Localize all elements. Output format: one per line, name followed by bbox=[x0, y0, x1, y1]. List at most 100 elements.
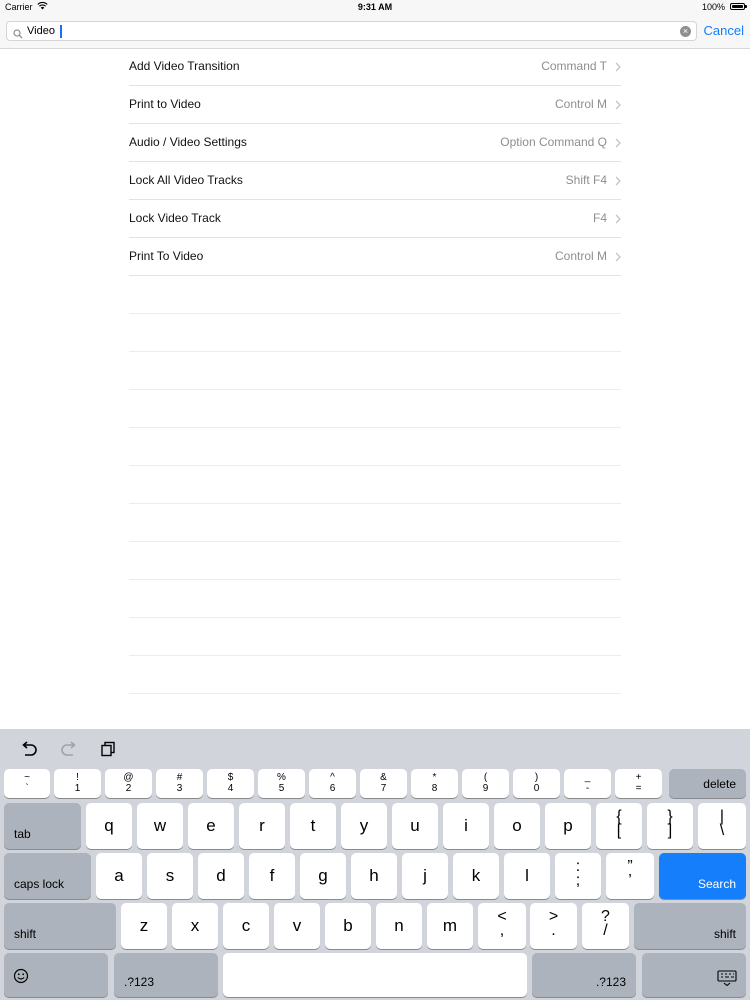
key-top: * bbox=[432, 772, 437, 783]
tab-key[interactable]: tab bbox=[4, 803, 81, 849]
key-g[interactable]: g bbox=[300, 853, 346, 899]
chevron-right-icon bbox=[615, 59, 621, 77]
search-icon bbox=[13, 26, 23, 44]
key-s[interactable]: s bbox=[147, 853, 193, 899]
empty-row bbox=[129, 504, 621, 542]
search-input[interactable] bbox=[27, 23, 667, 39]
key-w[interactable]: w bbox=[137, 803, 183, 849]
key-c[interactable]: c bbox=[223, 903, 269, 949]
key-semicolon[interactable]: :; bbox=[555, 853, 601, 899]
key-4[interactable]: $4 bbox=[207, 769, 254, 798]
key-6[interactable]: ^ 6 bbox=[309, 769, 356, 798]
key-b[interactable]: b bbox=[325, 903, 371, 949]
key-n[interactable]: n bbox=[376, 903, 422, 949]
key-e[interactable]: e bbox=[188, 803, 234, 849]
list-item[interactable]: Print to Video Control M bbox=[129, 86, 621, 124]
caps-lock-key[interactable]: caps lock bbox=[4, 853, 91, 899]
delete-key[interactable]: delete bbox=[669, 769, 746, 798]
key-r[interactable]: r bbox=[239, 803, 285, 849]
numbers-key-right[interactable]: .?123 bbox=[532, 953, 636, 997]
list-item[interactable]: Lock Video Track F4 bbox=[129, 200, 621, 238]
key-o[interactable]: o bbox=[494, 803, 540, 849]
shift-right-key[interactable]: shift bbox=[634, 903, 746, 949]
caps-lock-label: caps lock bbox=[14, 877, 65, 891]
empty-row bbox=[129, 314, 621, 352]
key-i[interactable]: i bbox=[443, 803, 489, 849]
key-5[interactable]: % 5 bbox=[258, 769, 305, 798]
key-7[interactable]: & 7 bbox=[360, 769, 407, 798]
list-item[interactable]: Print To Video Control M bbox=[129, 238, 621, 276]
battery-icon bbox=[730, 3, 745, 10]
key-top: + bbox=[635, 772, 642, 783]
clear-text-icon[interactable]: × bbox=[680, 26, 691, 37]
empty-row bbox=[129, 580, 621, 618]
key-left-brace[interactable]: {[ bbox=[596, 803, 642, 849]
empty-row bbox=[129, 428, 621, 466]
key-x[interactable]: x bbox=[172, 903, 218, 949]
key-d[interactable]: d bbox=[198, 853, 244, 899]
key-backslash[interactable]: | \ bbox=[698, 803, 746, 849]
key-9[interactable]: (9 bbox=[462, 769, 509, 798]
key-0[interactable]: ) 0 bbox=[513, 769, 560, 798]
key-2[interactable]: @2 bbox=[105, 769, 152, 798]
command-shortcut: Shift F4 bbox=[565, 173, 607, 187]
command-shortcut: F4 bbox=[592, 211, 607, 225]
key-t[interactable]: t bbox=[290, 803, 336, 849]
key-v[interactable]: v bbox=[274, 903, 320, 949]
key-y[interactable]: y bbox=[341, 803, 387, 849]
list-item[interactable]: Audio / Video Settings Option Command Q bbox=[129, 124, 621, 162]
keyboard-dismiss-key[interactable] bbox=[642, 953, 746, 997]
key-quote[interactable]: ”’ bbox=[606, 853, 654, 899]
key-comma[interactable]: <, bbox=[478, 903, 526, 949]
key-equals[interactable]: + = bbox=[615, 769, 662, 798]
key-m[interactable]: m bbox=[427, 903, 473, 949]
chevron-right-icon bbox=[615, 173, 621, 191]
chevron-right-icon bbox=[615, 97, 621, 115]
key-u[interactable]: u bbox=[392, 803, 438, 849]
key-k[interactable]: k bbox=[453, 853, 499, 899]
key-period[interactable]: >. bbox=[530, 903, 577, 949]
command-title: Lock Video Track bbox=[129, 211, 221, 225]
key-1[interactable]: ! 1 bbox=[54, 769, 101, 798]
redo-icon[interactable] bbox=[60, 741, 78, 762]
key-f[interactable]: f bbox=[249, 853, 295, 899]
search-key[interactable]: Search bbox=[659, 853, 746, 899]
delete-label: delete bbox=[703, 777, 736, 791]
paste-icon[interactable] bbox=[100, 741, 116, 762]
key-h[interactable]: h bbox=[351, 853, 397, 899]
key-8[interactable]: * 8 bbox=[411, 769, 458, 798]
key-top: ! bbox=[76, 772, 79, 783]
key-right-brace[interactable]: }] bbox=[647, 803, 693, 849]
empty-row bbox=[129, 276, 621, 314]
keyboard-dismiss-icon bbox=[717, 970, 737, 989]
cancel-button[interactable]: Cancel bbox=[704, 23, 744, 38]
list-item[interactable]: Add Video Transition Command T bbox=[129, 48, 621, 86]
key-p[interactable]: p bbox=[545, 803, 591, 849]
command-title: Lock All Video Tracks bbox=[129, 173, 243, 187]
key-slash[interactable]: ? / bbox=[582, 903, 629, 949]
numbers-label: .?123 bbox=[595, 975, 626, 989]
shift-left-key[interactable]: shift bbox=[4, 903, 116, 949]
key-a[interactable]: a bbox=[96, 853, 142, 899]
key-q[interactable]: q bbox=[86, 803, 132, 849]
key-l[interactable]: l bbox=[504, 853, 550, 899]
command-shortcut: Control M bbox=[554, 97, 607, 111]
key-top: $ bbox=[227, 772, 234, 783]
search-field[interactable]: × bbox=[6, 21, 697, 41]
list-item[interactable]: Lock All Video Tracks Shift F4 bbox=[129, 162, 621, 200]
key-top: _ bbox=[584, 772, 591, 783]
key-tilde[interactable]: ~ ` bbox=[4, 769, 50, 798]
space-bar[interactable] bbox=[223, 953, 527, 997]
key-bottom: \ bbox=[719, 822, 725, 839]
command-shortcut: Option Command Q bbox=[500, 135, 607, 149]
emoji-key[interactable] bbox=[4, 953, 108, 997]
undo-icon[interactable] bbox=[20, 741, 38, 762]
numbers-key-left[interactable]: .?123 bbox=[114, 953, 218, 997]
key-3[interactable]: #3 bbox=[156, 769, 203, 798]
key-z[interactable]: z bbox=[121, 903, 167, 949]
text-cursor bbox=[60, 25, 62, 38]
key-top: ^ bbox=[330, 772, 335, 783]
key-minus[interactable]: _ - bbox=[564, 769, 611, 798]
key-bottom: 4 bbox=[227, 783, 234, 794]
key-j[interactable]: j bbox=[402, 853, 448, 899]
